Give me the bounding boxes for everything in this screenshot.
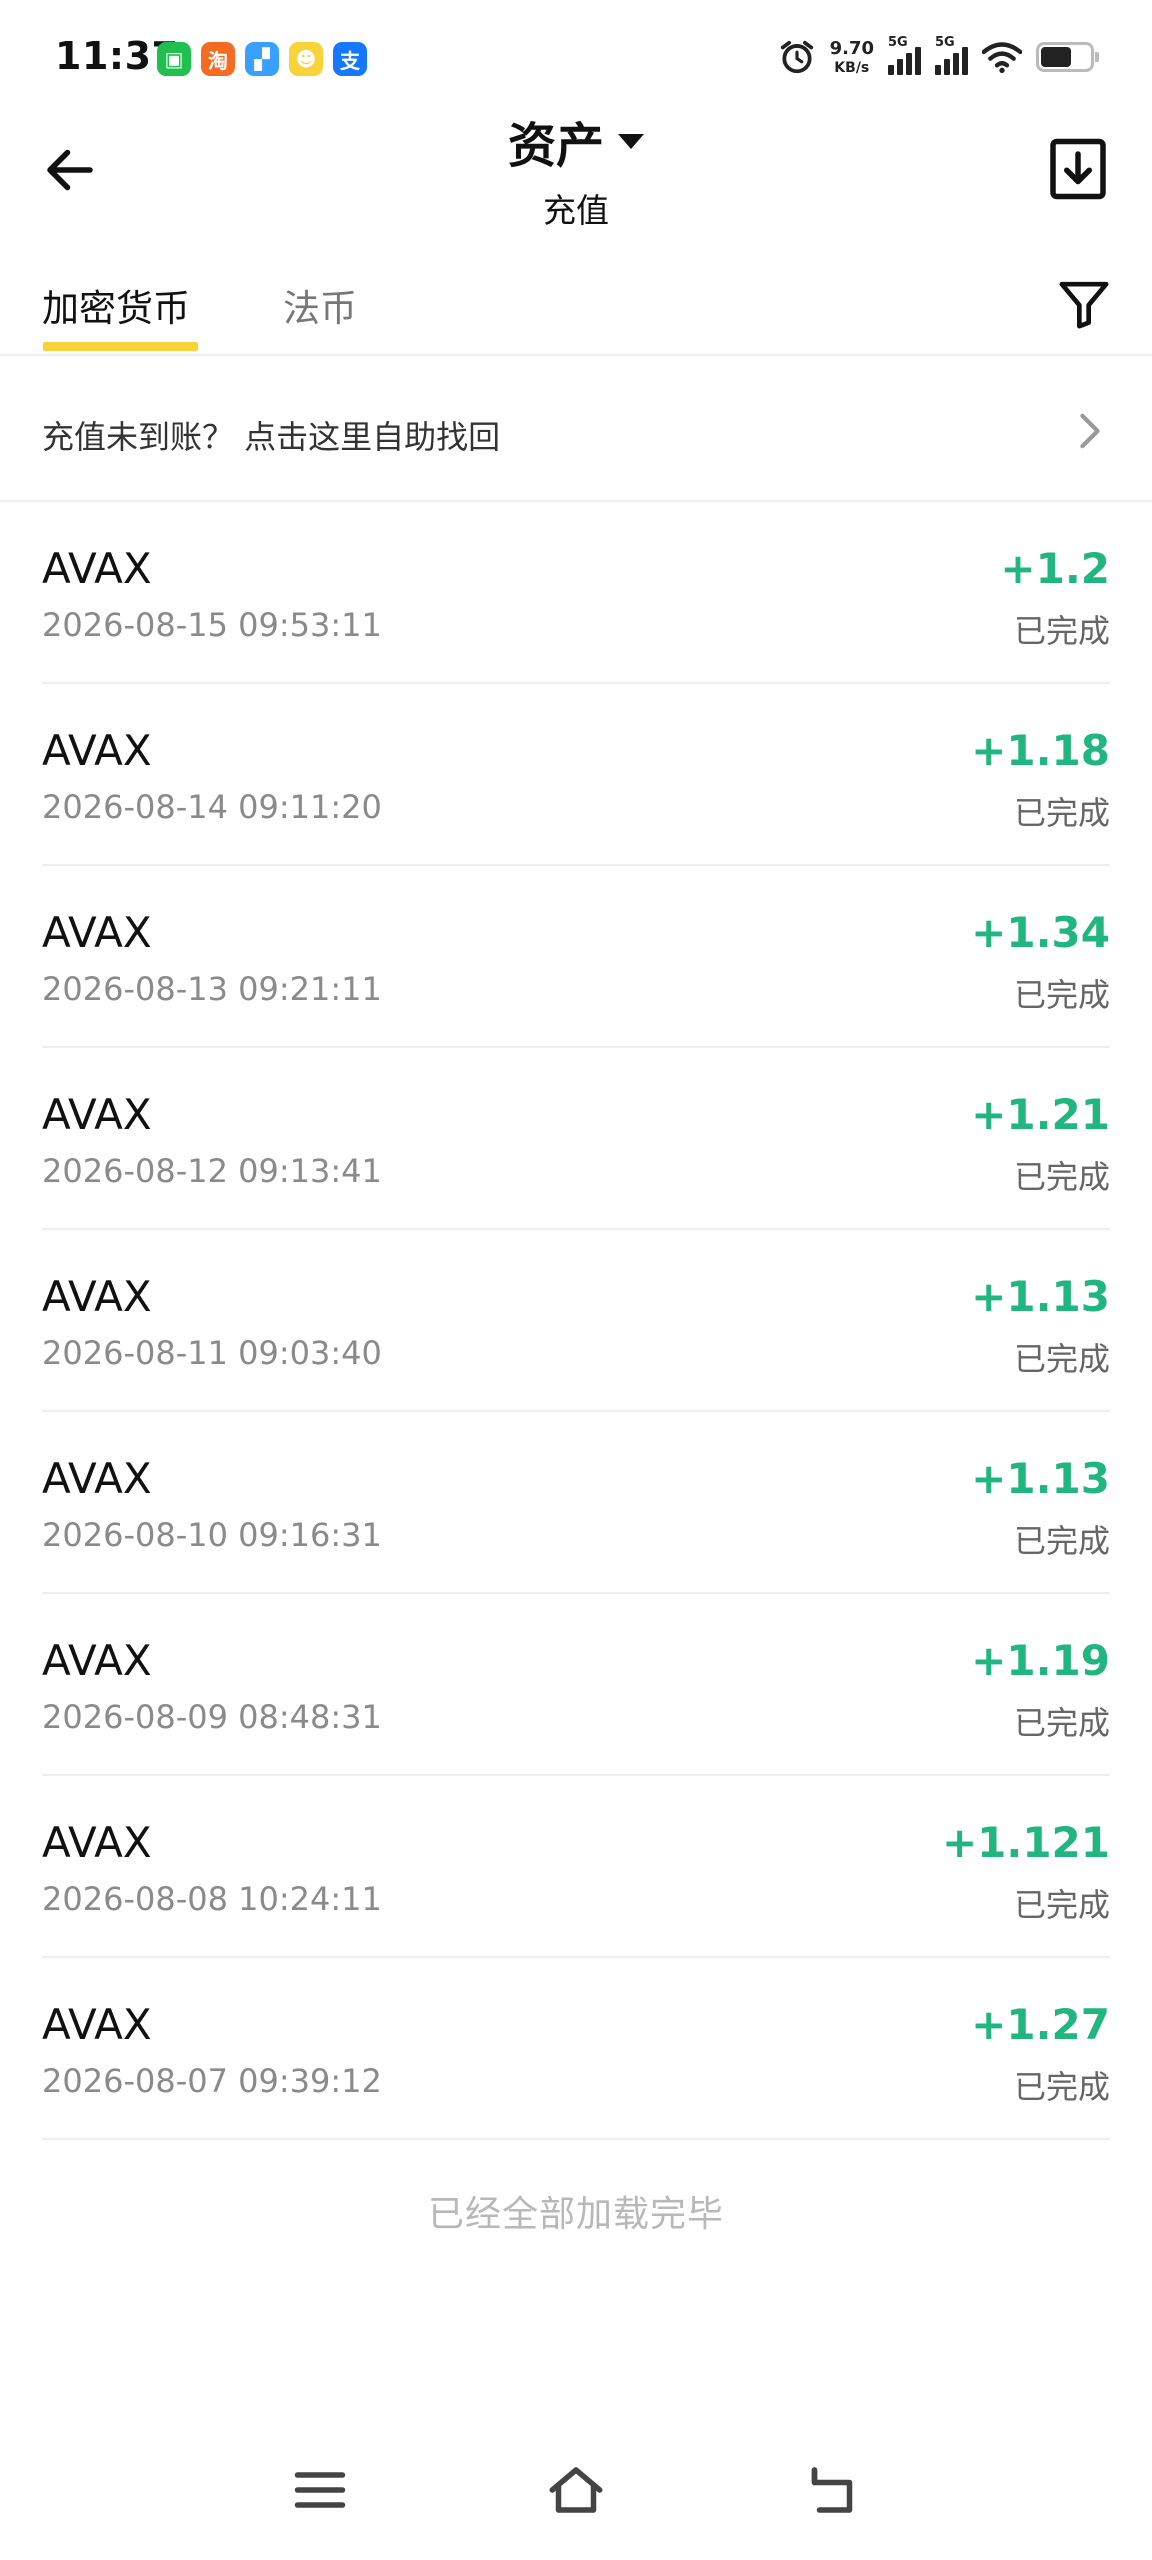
download-icon[interactable] (1048, 136, 1108, 202)
record-amount: +1.27 (971, 2000, 1110, 2049)
notification-app-icons: ▣ 淘 ▞ ☻ 支 (157, 42, 367, 76)
record-amount: +1.19 (971, 1636, 1110, 1685)
cloud-app-icon: ▞ (245, 42, 279, 76)
deposit-records-list: AVAX 2026-08-15 09:53:11 +1.2 已完成 AVAX 2026-0… (0, 502, 1152, 2140)
record-amount: +1.21 (971, 1090, 1110, 1139)
title-block: 资产 充值 (0, 106, 1152, 232)
record-datetime: 2026-08-11 09:03:40 (42, 1334, 382, 1372)
deposit-record-row[interactable]: AVAX 2026-08-11 09:03:40 +1.13 已完成 (42, 1230, 1110, 1412)
alarm-icon (780, 40, 813, 74)
top-app-bar: 资产 充值 (0, 100, 1152, 230)
status-indicators: 9.70 KB/s 5G 5G (778, 35, 1099, 76)
deposit-record-row[interactable]: AVAX 2026-08-10 09:16:31 +1.13 已完成 (42, 1412, 1110, 1594)
record-status: 已完成 (1013, 1522, 1110, 1560)
network-speed-unit: KB/s (834, 59, 870, 76)
deposit-record-row[interactable]: AVAX 2026-08-07 09:39:12 +1.27 已完成 (42, 1958, 1110, 2140)
record-coin: AVAX (42, 2000, 152, 2049)
record-status: 已完成 (1013, 794, 1110, 832)
record-status: 已完成 (1013, 976, 1110, 1014)
record-amount: +1.34 (971, 908, 1110, 957)
record-coin: AVAX (42, 1272, 152, 1321)
alipay-app-icon: 支 (333, 42, 367, 76)
record-datetime: 2026-08-09 08:48:31 (42, 1698, 382, 1736)
active-tab-indicator (43, 342, 198, 351)
deposit-record-row[interactable]: AVAX 2026-08-15 09:53:11 +1.2 已完成 (42, 502, 1110, 684)
record-coin: AVAX (42, 1090, 152, 1139)
deposit-record-row[interactable]: AVAX 2026-08-12 09:13:41 +1.21 已完成 (42, 1048, 1110, 1230)
record-amount: +1.13 (971, 1272, 1110, 1321)
page-title: 资产 (507, 118, 604, 174)
record-coin: AVAX (42, 1636, 152, 1685)
deposit-history-page: 11:37 ▣ 淘 ▞ ☻ 支 9.70 KB/s 5G 5G 资产 充值 加密… (0, 0, 1152, 2560)
record-status: 已完成 (1013, 1340, 1110, 1378)
record-datetime: 2026-08-14 09:11:20 (42, 788, 382, 826)
missing-deposit-notice[interactable]: 充值未到账？ 点击这里自助找回 (0, 356, 1152, 502)
network-speed-value: 9.70 (829, 37, 874, 59)
page-title-dropdown[interactable]: 资产 (508, 106, 644, 176)
record-amount: +1.13 (971, 1454, 1110, 1503)
record-amount: +1.2 (1000, 544, 1110, 593)
home-icon[interactable] (546, 2460, 606, 2520)
page-subtitle: 充值 (543, 191, 609, 230)
record-coin: AVAX (42, 908, 152, 957)
chevron-right-icon (1080, 413, 1100, 449)
taobao-app-icon: 淘 (201, 42, 235, 76)
record-coin: AVAX (42, 544, 152, 593)
back-nav-icon[interactable] (802, 2460, 862, 2520)
record-status: 已完成 (1013, 1704, 1110, 1742)
deposit-record-row[interactable]: AVAX 2026-08-14 09:11:20 +1.18 已完成 (42, 684, 1110, 866)
menu-icon[interactable] (290, 2460, 350, 2520)
asset-type-tabs: 加密货币 法币 (0, 262, 1152, 356)
filter-icon[interactable] (1056, 274, 1112, 334)
record-datetime: 2026-08-15 09:53:11 (42, 606, 382, 644)
wifi-icon (982, 42, 1022, 73)
deposit-record-row[interactable]: AVAX 2026-08-09 08:48:31 +1.19 已完成 (42, 1594, 1110, 1776)
end-of-list-text: 已经全部加载完毕 (427, 2194, 724, 2235)
record-datetime: 2026-08-07 09:39:12 (42, 2062, 382, 2100)
record-datetime: 2026-08-12 09:13:41 (42, 1152, 382, 1190)
record-status: 已完成 (1013, 1886, 1110, 1924)
battery-icon (1036, 42, 1099, 72)
caret-down-icon (618, 133, 644, 149)
record-amount: +1.18 (971, 726, 1110, 775)
record-status: 已完成 (1013, 2068, 1110, 2106)
record-coin: AVAX (42, 1454, 152, 1503)
record-coin: AVAX (42, 726, 152, 775)
record-coin: AVAX (42, 1818, 152, 1867)
signal-strength-icon-2: 5G (935, 35, 968, 75)
record-status: 已完成 (1013, 612, 1110, 650)
notice-text: 充值未到账？ 点击这里自助找回 (42, 418, 501, 456)
signal-strength-icon-1: 5G (888, 35, 921, 75)
record-amount: +1.121 (941, 1818, 1110, 1867)
meituan-app-icon: ☻ (289, 42, 323, 76)
record-status: 已完成 (1013, 1158, 1110, 1196)
deposit-record-row[interactable]: AVAX 2026-08-08 10:24:11 +1.121 已完成 (42, 1776, 1110, 1958)
record-datetime: 2026-08-13 09:21:11 (42, 970, 382, 1008)
signal-label-2: 5G (935, 35, 955, 50)
record-datetime: 2026-08-08 10:24:11 (42, 1880, 382, 1918)
signal-label-1: 5G (888, 35, 908, 50)
deposit-record-row[interactable]: AVAX 2026-08-13 09:21:11 +1.34 已完成 (42, 866, 1110, 1048)
system-navigation-bar (0, 2440, 1152, 2540)
record-datetime: 2026-08-10 09:16:31 (42, 1516, 382, 1554)
tab-fiat[interactable]: 法币 (283, 278, 357, 332)
wechat-app-icon: ▣ (157, 42, 191, 76)
network-speed: 9.70 KB/s (829, 37, 874, 76)
tab-crypto[interactable]: 加密货币 (42, 278, 190, 332)
